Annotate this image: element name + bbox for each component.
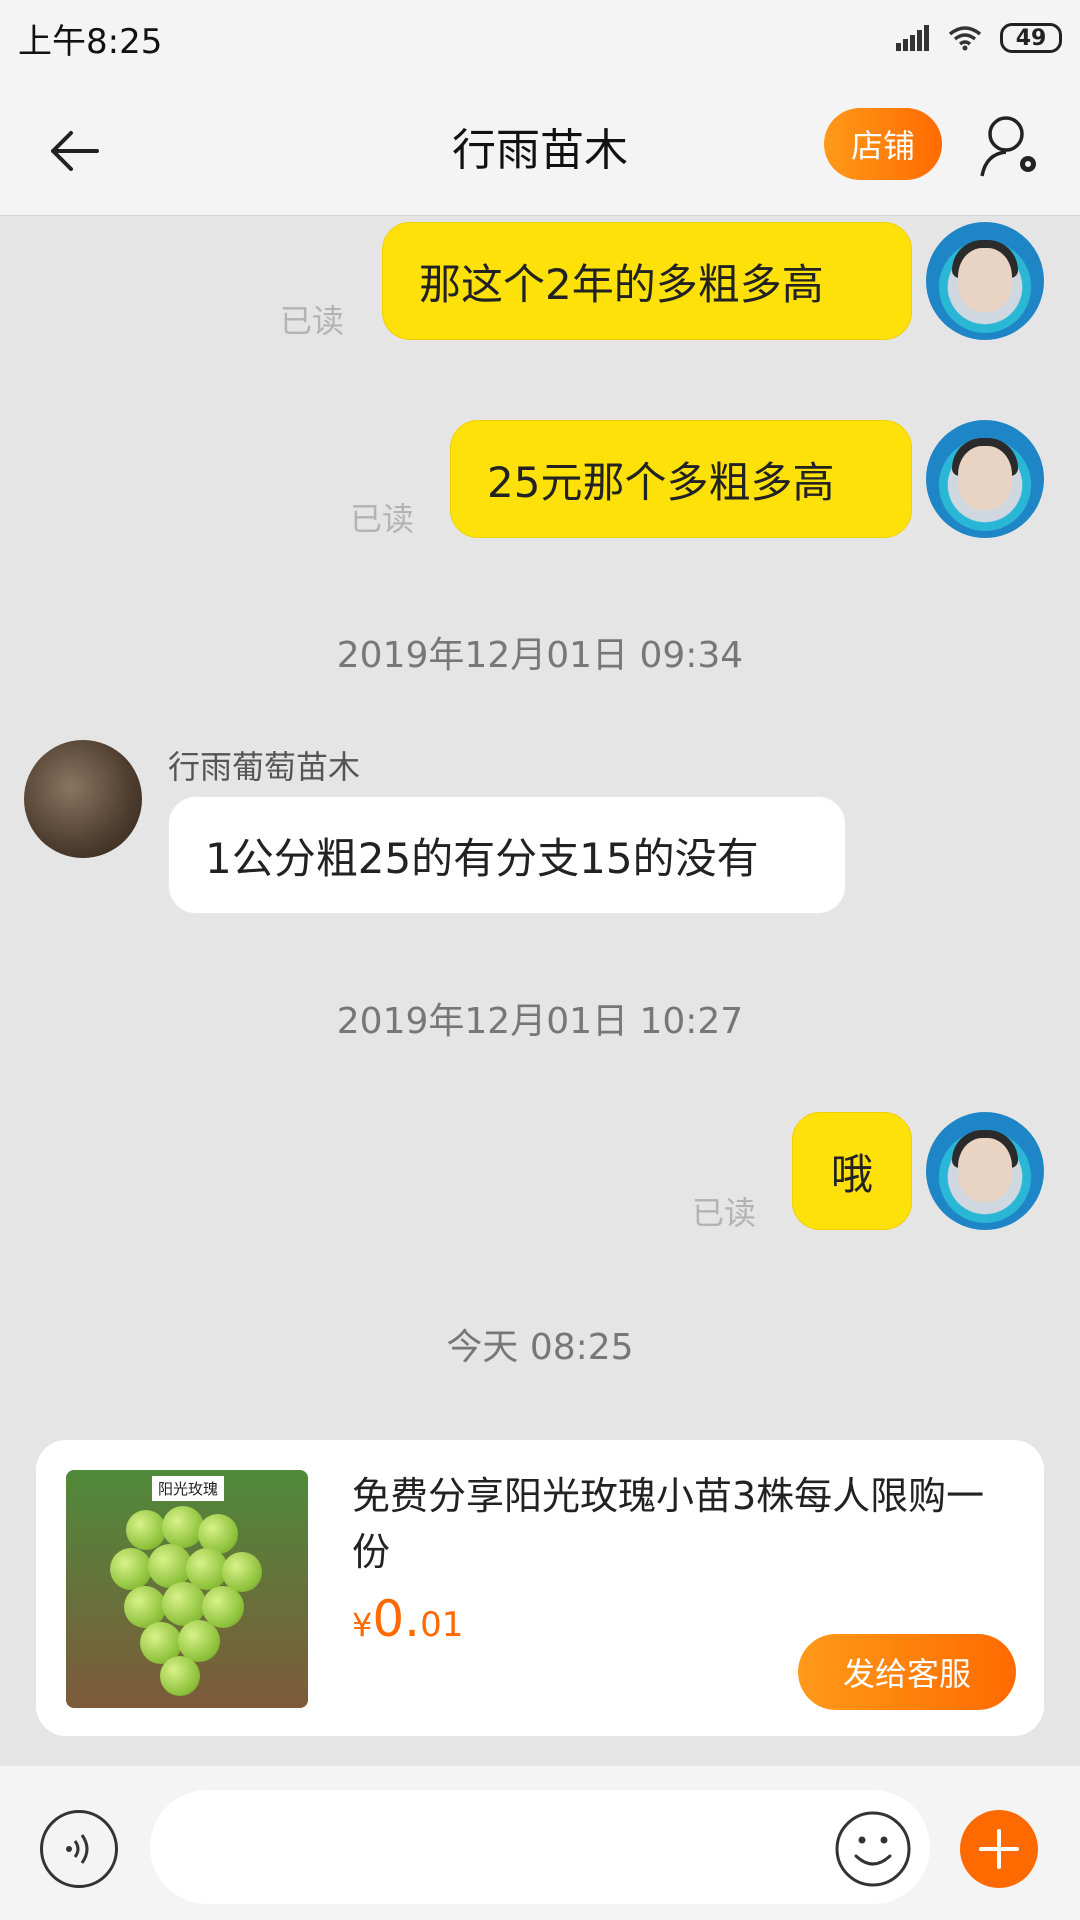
my-avatar[interactable] [926,222,1044,340]
chat-header: 行雨苗木 店铺 [0,76,1080,216]
message-bubble-mine[interactable]: 哦 [792,1112,912,1230]
price-currency: ¥ [352,1606,373,1644]
voice-icon [66,1834,89,1864]
product-image-label: 阳光玫瑰 [152,1476,225,1501]
send-to-service-button[interactable]: 发给客服 [798,1634,1016,1710]
message-bubble-mine[interactable]: 25元那个多粗多高 [450,420,912,538]
message-timestamp: 今天 08:25 [446,1327,634,1368]
user-settings-icon[interactable] [976,112,1046,182]
status-bar: 上午8:25 49 [0,0,1080,76]
signal-icon [896,25,929,51]
message-text: 那这个2年的多粗多高 [419,259,824,309]
seller-avatar[interactable] [24,740,142,858]
shop-button[interactable]: 店铺 [824,108,942,180]
voice-button[interactable] [40,1810,118,1888]
message-text: 哦 [830,1149,873,1199]
message-input[interactable] [150,1790,930,1904]
product-card[interactable]: 阳光玫瑰 免费分享阳光玫瑰小苗3株每人限购一份 ¥0.01 发给客服 [36,1440,1044,1736]
price-integer: 0. [372,1590,421,1648]
message-text: 1公分粗25的有分支15的没有 [205,833,759,883]
emoji-icon[interactable] [834,1810,912,1888]
plus-icon [979,1829,1019,1869]
wifi-icon [948,26,982,51]
battery-icon: 49 [1000,23,1062,53]
status-icons: 49 [896,23,1062,53]
product-price: ¥0.01 [352,1590,463,1648]
more-options-button[interactable] [960,1810,1038,1888]
message-bubble-mine[interactable]: 那这个2年的多粗多高 [382,222,912,340]
message-timestamp: 2019年12月01日 10:27 [336,1001,744,1042]
price-decimal: 01 [420,1605,464,1645]
sender-name: 行雨葡萄苗木 [168,748,361,786]
message-timestamp: 2019年12月01日 09:34 [336,635,744,676]
input-bar [0,1766,1080,1920]
product-title[interactable]: 免费分享阳光玫瑰小苗3株每人限购一份 [352,1468,1012,1580]
my-avatar[interactable] [926,420,1044,538]
read-status: 已读 [280,302,345,340]
product-image[interactable]: 阳光玫瑰 [66,1470,308,1708]
message-text: 25元那个多粗多高 [487,457,835,507]
message-bubble-theirs[interactable]: 1公分粗25的有分支15的没有 [168,796,846,914]
battery-level: 49 [1015,25,1047,51]
my-avatar[interactable] [926,1112,1044,1230]
status-time: 上午8:25 [18,21,163,62]
read-status: 已读 [692,1194,757,1232]
read-status: 已读 [350,500,415,538]
